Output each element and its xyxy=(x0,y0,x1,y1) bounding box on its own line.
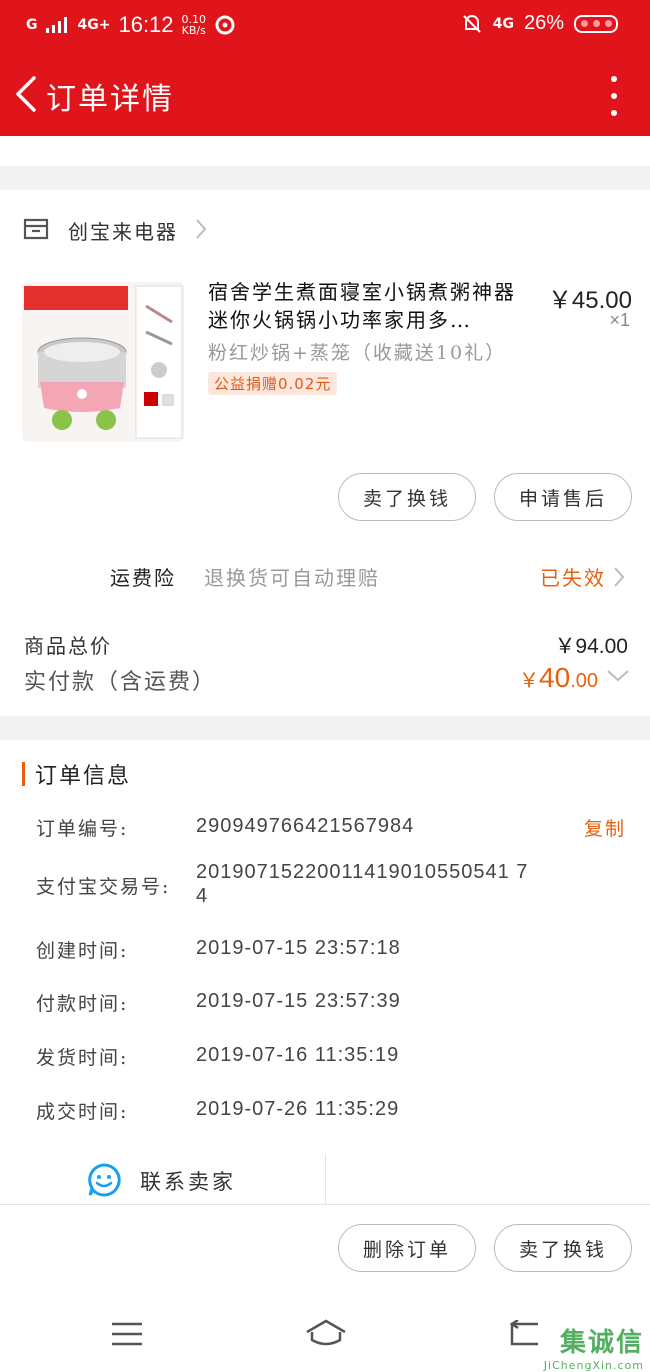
net-speed-unit: KB/s xyxy=(181,24,206,37)
home-icon[interactable] xyxy=(304,1318,348,1350)
store-icon xyxy=(23,218,49,240)
chevron-right-icon xyxy=(196,219,207,239)
battery-icon xyxy=(574,14,618,33)
sell-button[interactable]: 卖了换钱 xyxy=(338,473,476,521)
net-speed: 0.10 KB/s xyxy=(182,14,207,36)
created-time-label: 创建时间: xyxy=(36,940,129,962)
shop-header[interactable]: 创宝来电器 xyxy=(0,208,650,252)
chat-bubble-icon xyxy=(88,1163,121,1197)
signal-label: G xyxy=(26,17,38,33)
completed-time-label: 成交时间: xyxy=(36,1101,129,1123)
paid-amount-value: ￥40.00 xyxy=(519,662,598,694)
order-number-value: 290949766421567984 xyxy=(196,815,415,837)
clock: 16:12 xyxy=(118,12,174,37)
back-nav-icon[interactable] xyxy=(506,1320,542,1348)
order-number-label: 订单编号: xyxy=(36,818,129,840)
shipping-insurance-row[interactable]: 运费险 退换货可自动理赔 已失效 xyxy=(0,556,650,596)
nav-bar: 订单详情 xyxy=(0,52,650,136)
divider xyxy=(0,1204,650,1205)
order-info-heading: 订单信息 xyxy=(22,760,132,789)
watermark-logo: 集诚信 JiChengXin.com xyxy=(544,1322,644,1372)
order-info-title: 订单信息 xyxy=(35,764,132,789)
contact-seller-button[interactable]: 联系卖家 xyxy=(0,1154,326,1204)
copy-button[interactable]: 复制 xyxy=(584,814,626,841)
section-divider xyxy=(0,166,650,190)
goods-total-row: 商品总价 ￥94.00 xyxy=(0,628,650,658)
created-time-value: 2019-07-15 23:57:18 xyxy=(196,937,401,959)
completed-time-value: 2019-07-26 11:35:29 xyxy=(196,1098,400,1120)
product-quantity: ×1 xyxy=(609,310,630,330)
network-type-label: 4G+ xyxy=(77,17,111,33)
network-type-right: 4G xyxy=(492,15,514,32)
goods-total-label: 商品总价 xyxy=(24,634,112,658)
chevron-left-icon[interactable] xyxy=(8,70,48,118)
paid-amount-row[interactable]: 实付款（含运费） ￥40.00 xyxy=(0,660,650,700)
sell-button-bottom[interactable]: 卖了换钱 xyxy=(494,1224,632,1272)
shipped-time-label: 发货时间: xyxy=(36,1047,129,1069)
heading-accent-bar xyxy=(22,762,25,786)
insurance-label: 运费险 xyxy=(110,566,176,590)
insurance-status: 已失效 xyxy=(540,566,606,590)
product-image[interactable] xyxy=(22,282,184,442)
contact-seller-label: 联系卖家 xyxy=(140,1170,236,1194)
shop-name: 创宝来电器 xyxy=(68,220,178,244)
sync-icon xyxy=(215,15,235,35)
mute-icon xyxy=(463,14,481,33)
paid-integer: 40 xyxy=(539,662,571,693)
delete-order-button[interactable]: 删除订单 xyxy=(338,1224,476,1272)
insurance-desc: 退换货可自动理赔 xyxy=(204,566,380,590)
alipay-trade-value: 20190715220011419010550541 74 xyxy=(196,861,529,907)
product-title[interactable]: 宿舍学生煮面寝室小锅煮粥神器迷你火锅锅小功率家用多… xyxy=(208,278,518,334)
chevron-right-icon xyxy=(614,567,625,587)
apply-after-sale-button[interactable]: 申请售后 xyxy=(494,473,632,521)
paid-time-label: 付款时间: xyxy=(36,993,129,1015)
page-title: 订单详情 xyxy=(46,82,174,117)
paid-currency: ￥ xyxy=(519,670,540,692)
watermark-text: 集诚信 xyxy=(559,1328,644,1358)
paid-amount-label: 实付款（含运费） xyxy=(24,670,217,695)
battery-percent: 26% xyxy=(523,12,564,34)
shipped-time-value: 2019-07-16 11:35:19 xyxy=(196,1044,400,1066)
chevron-down-icon[interactable] xyxy=(606,668,630,684)
signal-bars-icon xyxy=(45,17,67,33)
vertical-dots-icon[interactable] xyxy=(608,76,620,116)
goods-total-value: ￥94.00 xyxy=(554,635,628,658)
product-sku: 粉红炒锅+蒸笼（收藏送10礼） xyxy=(208,342,507,364)
section-divider xyxy=(0,716,650,740)
charity-badge: 公益捐赠0.02元 xyxy=(208,372,338,395)
watermark-subtext: JiChengXin.com xyxy=(543,1359,644,1372)
paid-time-value: 2019-07-15 23:57:39 xyxy=(196,990,401,1012)
status-bar: G 4G+ 16:12 0.10 KB/s 4G 26% xyxy=(0,0,650,52)
alipay-trade-label: 支付宝交易号: xyxy=(36,876,171,898)
menu-icon[interactable] xyxy=(110,1320,144,1348)
paid-decimal: .00 xyxy=(570,670,598,692)
